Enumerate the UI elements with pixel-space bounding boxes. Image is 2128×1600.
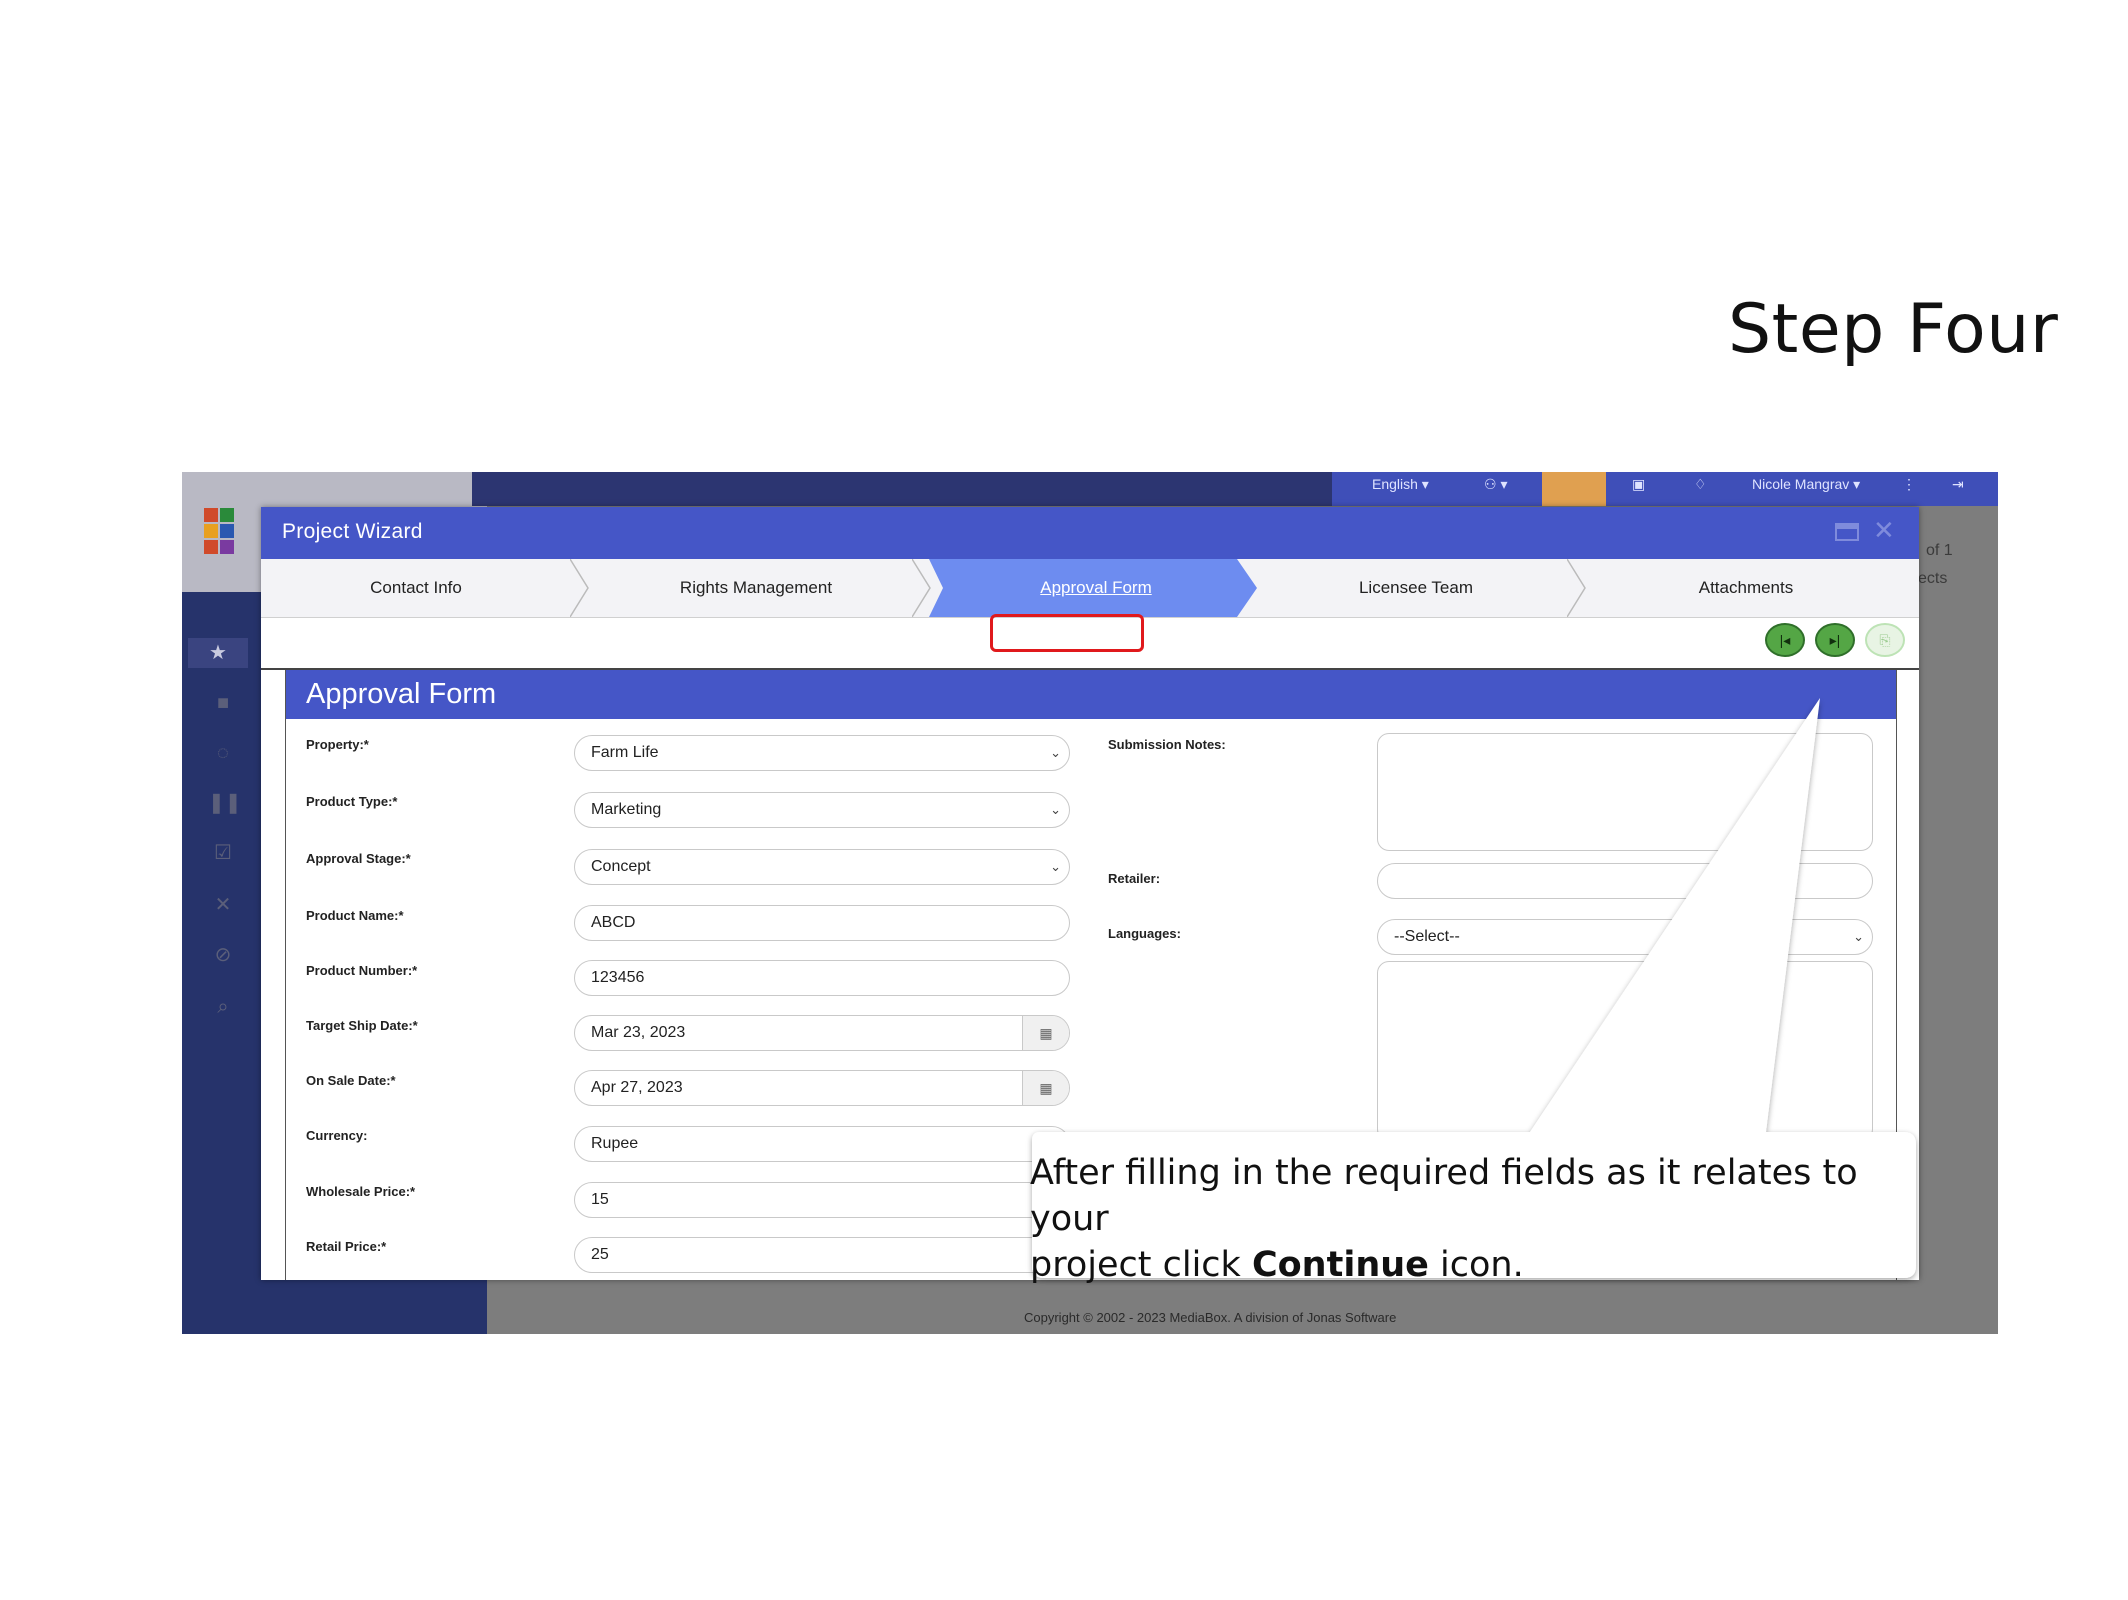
- callout-continue-word: Continue: [1251, 1245, 1429, 1285]
- callout-text: After filling in the required fields as …: [1030, 1150, 1910, 1288]
- callout-bubble: [1032, 698, 1916, 1278]
- callout-line-2-suffix: icon.: [1428, 1245, 1524, 1285]
- callout-line-1: After filling in the required fields as …: [1030, 1153, 1858, 1239]
- callout-line-2-prefix: project click: [1030, 1245, 1252, 1285]
- callout-line-2: project click Continue icon.: [1030, 1242, 1910, 1288]
